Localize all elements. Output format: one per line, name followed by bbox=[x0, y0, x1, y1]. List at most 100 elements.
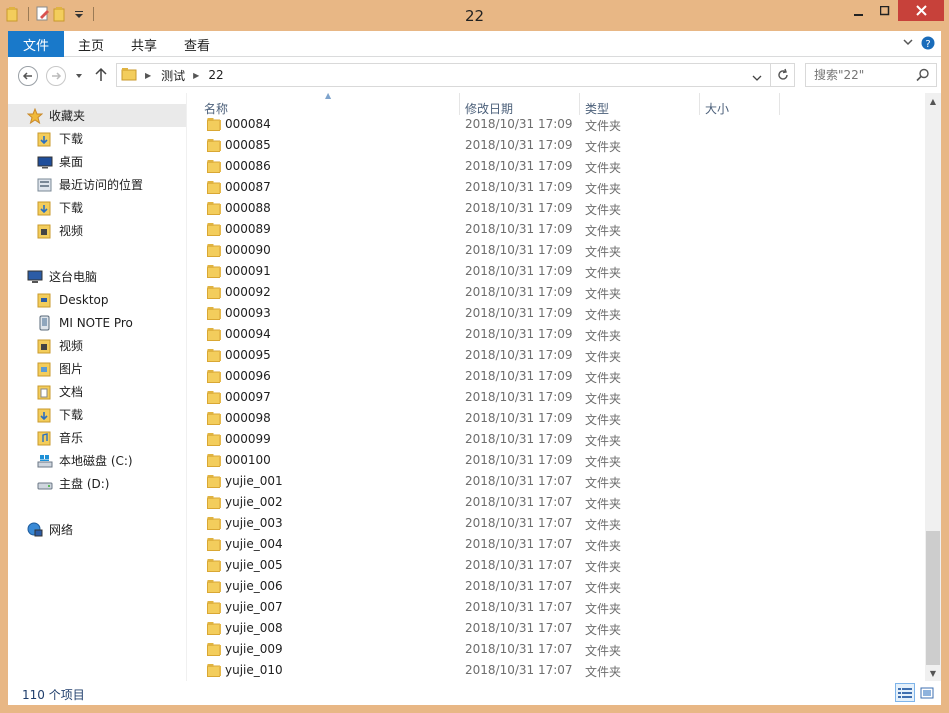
file-row[interactable]: yujie_001 2018/10/31 17:07 文件夹 bbox=[194, 471, 794, 492]
search-input[interactable] bbox=[806, 64, 906, 86]
file-type: 文件夹 bbox=[585, 539, 622, 553]
title-bar: 22 bbox=[0, 0, 949, 31]
nav-desktop[interactable]: 桌面 bbox=[8, 150, 186, 173]
file-row[interactable]: yujie_006 2018/10/31 17:07 文件夹 bbox=[194, 576, 794, 597]
file-row[interactable]: 000097 2018/10/31 17:09 文件夹 bbox=[194, 387, 794, 408]
tab-home[interactable]: 主页 bbox=[78, 31, 104, 57]
large-icons-view-button[interactable] bbox=[917, 683, 937, 702]
scroll-up-arrow-icon[interactable]: ▲ bbox=[925, 93, 941, 109]
file-type: 文件夹 bbox=[585, 560, 622, 574]
file-date: 2018/10/31 17:07 bbox=[465, 474, 573, 488]
file-row[interactable]: 000085 2018/10/31 17:09 文件夹 bbox=[194, 135, 794, 156]
column-divider[interactable] bbox=[699, 93, 700, 115]
file-row[interactable]: 000090 2018/10/31 17:09 文件夹 bbox=[194, 240, 794, 261]
tab-share[interactable]: 共享 bbox=[131, 31, 157, 57]
folder-icon bbox=[207, 600, 222, 614]
tab-view[interactable]: 查看 bbox=[184, 31, 210, 57]
file-row[interactable]: 000095 2018/10/31 17:09 文件夹 bbox=[194, 345, 794, 366]
nav-pc-videos[interactable]: 视频 bbox=[8, 334, 186, 357]
file-row[interactable]: 000089 2018/10/31 17:09 文件夹 bbox=[194, 219, 794, 240]
file-row[interactable]: 000088 2018/10/31 17:09 文件夹 bbox=[194, 198, 794, 219]
breadcrumb-22[interactable]: 22 bbox=[208, 68, 223, 82]
file-row[interactable]: yujie_003 2018/10/31 17:07 文件夹 bbox=[194, 513, 794, 534]
help-icon[interactable]: ? bbox=[921, 36, 935, 53]
breadcrumb-separator-icon[interactable]: ▶ bbox=[193, 71, 199, 80]
file-row[interactable]: 000098 2018/10/31 17:09 文件夹 bbox=[194, 408, 794, 429]
details-view-button[interactable] bbox=[895, 683, 915, 702]
network-icon bbox=[27, 522, 43, 538]
breadcrumb-separator-icon[interactable]: ▶ bbox=[145, 71, 151, 80]
file-date: 2018/10/31 17:07 bbox=[465, 642, 573, 656]
nav-drive-d[interactable]: 主盘 (D:) bbox=[8, 472, 186, 495]
file-date: 2018/10/31 17:09 bbox=[465, 264, 573, 278]
file-row[interactable]: 000086 2018/10/31 17:09 文件夹 bbox=[194, 156, 794, 177]
file-row[interactable]: 000092 2018/10/31 17:09 文件夹 bbox=[194, 282, 794, 303]
file-name: yujie_006 bbox=[225, 579, 283, 593]
nav-drive-c[interactable]: 本地磁盘 (C:) bbox=[8, 449, 186, 472]
column-divider[interactable] bbox=[579, 93, 580, 115]
file-row[interactable]: 000093 2018/10/31 17:09 文件夹 bbox=[194, 303, 794, 324]
search-box[interactable] bbox=[805, 63, 937, 87]
file-row[interactable]: 000087 2018/10/31 17:09 文件夹 bbox=[194, 177, 794, 198]
file-row[interactable]: yujie_008 2018/10/31 17:07 文件夹 bbox=[194, 618, 794, 639]
nav-downloads-2[interactable]: 下载 bbox=[8, 196, 186, 219]
recent-locations-dropdown-icon[interactable] bbox=[74, 70, 84, 84]
search-icon[interactable] bbox=[916, 68, 930, 82]
column-divider[interactable] bbox=[779, 93, 780, 115]
file-row[interactable]: yujie_004 2018/10/31 17:07 文件夹 bbox=[194, 534, 794, 555]
file-row[interactable]: 000091 2018/10/31 17:09 文件夹 bbox=[194, 261, 794, 282]
file-row[interactable]: yujie_010 2018/10/31 17:07 文件夹 bbox=[194, 660, 794, 681]
minimize-button[interactable] bbox=[846, 0, 872, 21]
vertical-scrollbar[interactable]: ▲ ▼ bbox=[925, 93, 941, 681]
star-icon bbox=[26, 107, 44, 124]
pane-splitter[interactable] bbox=[186, 93, 187, 681]
nav-pictures[interactable]: 图片 bbox=[8, 357, 186, 380]
file-row[interactable]: 000099 2018/10/31 17:09 文件夹 bbox=[194, 429, 794, 450]
refresh-button[interactable] bbox=[770, 63, 795, 87]
file-row[interactable]: 000100 2018/10/31 17:09 文件夹 bbox=[194, 450, 794, 471]
maximize-button[interactable] bbox=[872, 0, 898, 21]
up-arrow-icon[interactable] bbox=[94, 67, 108, 86]
nav-pc-downloads[interactable]: 下载 bbox=[8, 403, 186, 426]
file-name: 000096 bbox=[225, 369, 271, 383]
address-dropdown-icon[interactable] bbox=[752, 71, 762, 85]
nav-this-pc[interactable]: 这台电脑 bbox=[8, 265, 186, 288]
folder-icon bbox=[207, 369, 222, 383]
nav-network[interactable]: 网络 bbox=[8, 518, 186, 541]
file-row[interactable]: yujie_009 2018/10/31 17:07 文件夹 bbox=[194, 639, 794, 660]
tab-file[interactable]: 文件 bbox=[8, 31, 64, 57]
column-divider[interactable] bbox=[459, 93, 460, 115]
scroll-down-arrow-icon[interactable]: ▼ bbox=[925, 665, 941, 681]
address-bar[interactable]: ▶ 测试 ▶ 22 bbox=[116, 63, 795, 87]
file-row[interactable]: 000084 2018/10/31 17:09 文件夹 bbox=[194, 114, 794, 135]
nav-favorites[interactable]: 收藏夹 bbox=[8, 104, 186, 127]
file-type: 文件夹 bbox=[585, 644, 622, 658]
file-row[interactable]: yujie_005 2018/10/31 17:07 文件夹 bbox=[194, 555, 794, 576]
nav-videos[interactable]: 视频 bbox=[8, 219, 186, 242]
nav-recent-places[interactable]: 最近访问的位置 bbox=[8, 173, 186, 196]
nav-pc-desktop[interactable]: Desktop bbox=[8, 288, 186, 311]
nav-downloads[interactable]: 下载 bbox=[8, 127, 186, 150]
nav-phone[interactable]: MI NOTE Pro bbox=[8, 311, 186, 334]
folder-icon bbox=[207, 558, 222, 572]
file-row[interactable]: yujie_007 2018/10/31 17:07 文件夹 bbox=[194, 597, 794, 618]
file-date: 2018/10/31 17:09 bbox=[465, 285, 573, 299]
nav-documents[interactable]: 文档 bbox=[8, 380, 186, 403]
forward-button[interactable] bbox=[46, 66, 66, 86]
nav-label: MI NOTE Pro bbox=[59, 315, 133, 330]
nav-label: 文档 bbox=[59, 385, 84, 399]
breadcrumb-test[interactable]: 测试 bbox=[161, 67, 185, 84]
close-button[interactable] bbox=[898, 0, 944, 21]
expand-ribbon-chevron-icon[interactable] bbox=[903, 36, 913, 53]
explorer-window: 22 文件 主页 共享 查看 ? ▶ 测试 ▶ 22 搜索"22" 收藏夹 下载… bbox=[0, 0, 949, 713]
nav-music[interactable]: 音乐 bbox=[8, 426, 186, 449]
file-row[interactable]: 000094 2018/10/31 17:09 文件夹 bbox=[194, 324, 794, 345]
nav-label: 这台电脑 bbox=[49, 270, 98, 284]
phone-icon bbox=[37, 315, 53, 331]
back-button[interactable] bbox=[18, 66, 38, 86]
file-row[interactable]: 000096 2018/10/31 17:09 文件夹 bbox=[194, 366, 794, 387]
folder-icon bbox=[207, 453, 222, 467]
file-row[interactable]: yujie_002 2018/10/31 17:07 文件夹 bbox=[194, 492, 794, 513]
folder-icon bbox=[207, 306, 222, 320]
scroll-thumb[interactable] bbox=[926, 531, 940, 665]
